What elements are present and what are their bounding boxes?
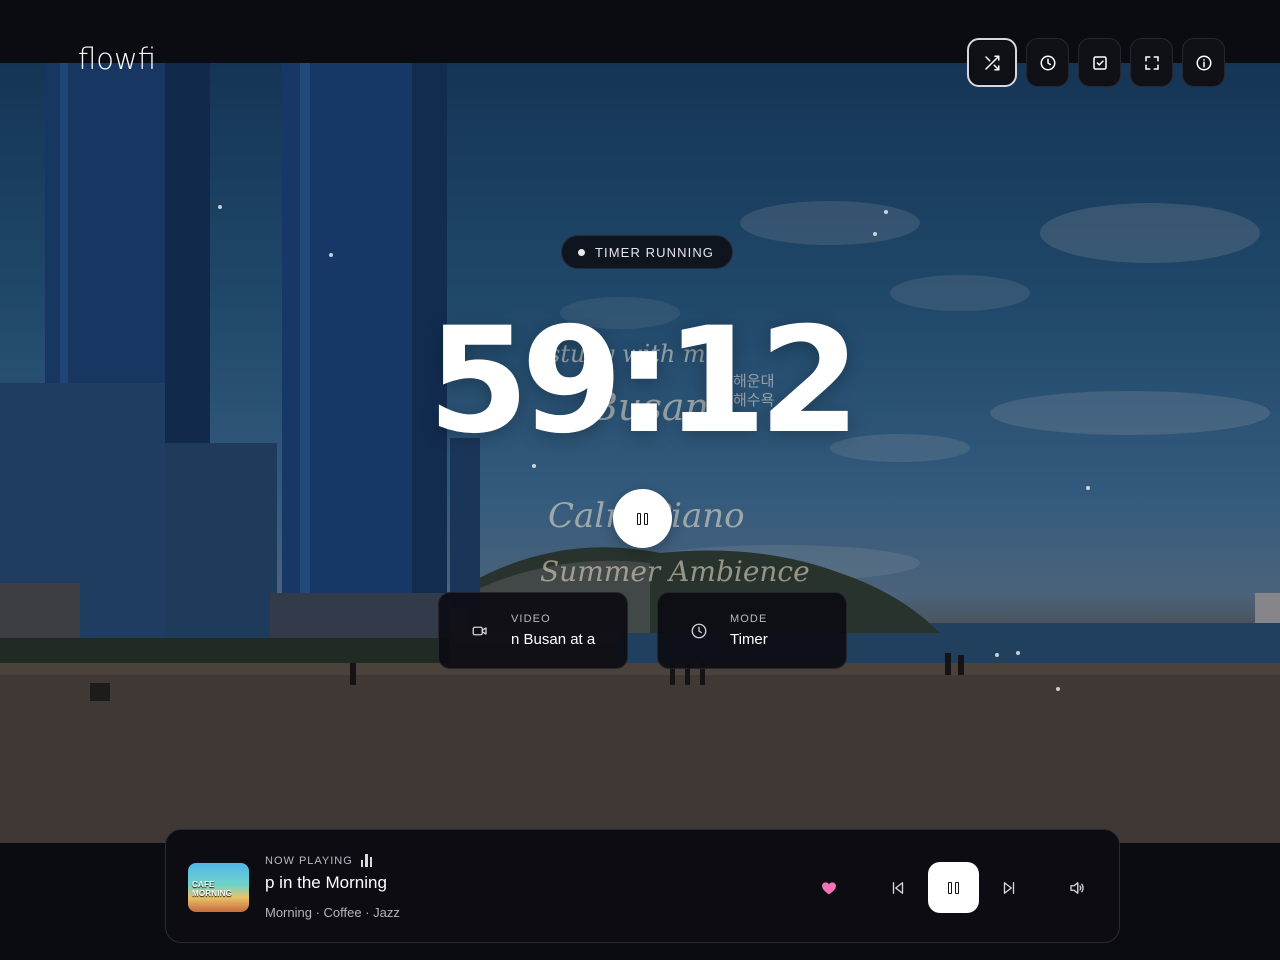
like-button[interactable] <box>803 862 854 913</box>
app-root: flowfi TIMER RUNNING study with me Busan… <box>0 0 1280 960</box>
tasks-button[interactable] <box>1078 38 1121 87</box>
sparkle <box>995 653 999 657</box>
mode-card-label: MODE <box>730 613 768 625</box>
cover-text: CAFE MORNING <box>192 880 233 898</box>
skip-back-icon <box>892 881 903 894</box>
clock-icon <box>1040 55 1055 70</box>
volume-icon <box>1069 881 1084 894</box>
play-pause-button[interactable] <box>928 862 979 913</box>
sparkle <box>1086 486 1090 490</box>
top-toolbar <box>967 38 1225 87</box>
music-player-bar: CAFE MORNING NOW PLAYING p in the Mornin… <box>165 829 1120 943</box>
pause-icon <box>637 512 648 525</box>
mode-card-value: Timer <box>730 631 768 648</box>
album-cover[interactable]: CAFE MORNING <box>188 863 249 912</box>
info-icon <box>1196 55 1211 70</box>
now-playing-text: NOW PLAYING <box>265 855 353 867</box>
countdown-timer: 59:12 <box>427 296 861 466</box>
track-title: p in the Morning <box>265 873 387 892</box>
clock-icon <box>691 623 707 638</box>
next-track-button[interactable] <box>983 862 1034 913</box>
app-logo[interactable]: flowfi <box>78 42 156 76</box>
video-card-value: n Busan at a <box>511 631 596 648</box>
fullscreen-icon <box>1144 55 1159 70</box>
skip-forward-icon <box>1003 881 1014 894</box>
equalizer-icon <box>360 854 373 867</box>
logo-text: flowfi <box>78 42 156 76</box>
timer-pause-button[interactable] <box>613 489 672 548</box>
sparkle <box>884 210 888 214</box>
video-camera-icon <box>472 626 487 635</box>
status-label: TIMER RUNNING <box>595 244 715 260</box>
info-button[interactable] <box>1182 38 1225 87</box>
video-selector-card[interactable]: VIDEO n Busan at a <box>438 592 628 669</box>
heart-icon <box>821 881 836 894</box>
sparkle <box>218 205 222 209</box>
track-tags: Morning · Coffee · Jazz <box>265 905 400 920</box>
shuffle-icon <box>985 55 1000 70</box>
sparkle <box>1056 687 1060 691</box>
sparkle <box>873 232 877 236</box>
shuffle-button[interactable] <box>967 38 1017 87</box>
sparkle <box>1016 651 1020 655</box>
pause-icon <box>948 881 959 894</box>
video-card-label: VIDEO <box>511 613 551 625</box>
sparkle <box>329 253 333 257</box>
timer-button[interactable] <box>1026 38 1069 87</box>
fullscreen-button[interactable] <box>1130 38 1173 87</box>
volume-button[interactable] <box>1051 862 1102 913</box>
now-playing-label: NOW PLAYING <box>265 854 373 867</box>
video-overlay-text: Summer Ambience <box>540 555 810 588</box>
timer-status-badge: TIMER RUNNING <box>561 235 734 269</box>
previous-track-button[interactable] <box>872 862 923 913</box>
status-dot <box>578 248 585 256</box>
checklist-icon <box>1092 55 1107 70</box>
mode-selector-card[interactable]: MODE Timer <box>657 592 847 669</box>
